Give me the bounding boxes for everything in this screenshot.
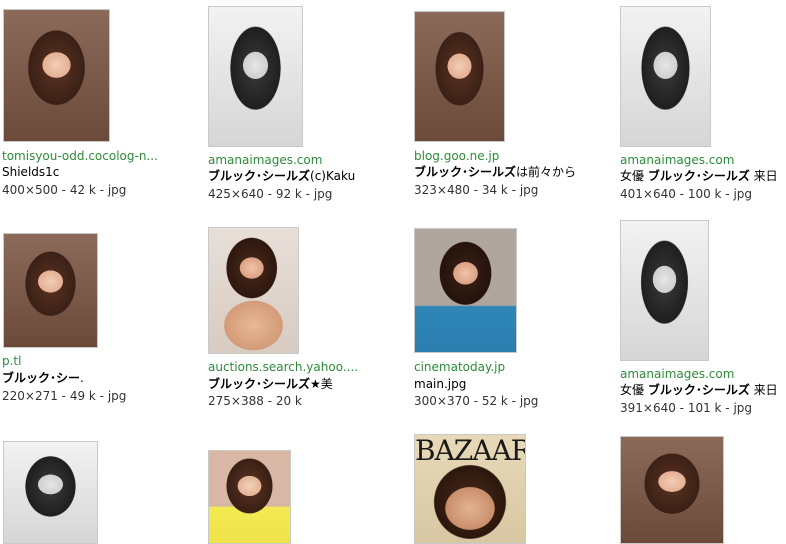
result-5-caption-bold: ブルック･シー <box>2 371 81 385</box>
result-2-thumbnail[interactable] <box>208 6 303 147</box>
result-3-caption-bold: ブルック･シールズ <box>414 165 517 179</box>
magazine-masthead: BAZAAR <box>415 434 526 467</box>
result-8-caption-post: 来日 <box>749 383 778 397</box>
result-8-source[interactable]: amanaimages.com <box>620 367 734 381</box>
result-7-caption-post: main.jpg <box>414 377 467 391</box>
result-11-thumbnail[interactable]: BAZAAR <box>414 434 526 544</box>
result-1-source[interactable]: tomisyou-odd.cocolog-n... <box>2 149 158 163</box>
result-2-caption-bold: ブルック･シールズ <box>208 169 311 183</box>
result-7-source[interactable]: cinematoday.jp <box>414 360 505 374</box>
result-5-source[interactable]: p.tl <box>2 354 21 368</box>
result-2-source[interactable]: amanaimages.com <box>208 153 322 167</box>
result-3-source[interactable]: blog.goo.ne.jp <box>414 149 499 163</box>
result-9-thumbnail[interactable] <box>3 441 98 544</box>
result-5-meta: 220×271 - 49 k - jpg <box>2 389 127 403</box>
result-6-source[interactable]: auctions.search.yahoo.... <box>208 360 358 374</box>
result-7-caption[interactable]: main.jpg <box>414 377 466 391</box>
result-1-meta: 400×500 - 42 k - jpg <box>2 183 127 197</box>
result-6-thumbnail[interactable] <box>208 227 299 354</box>
result-1-thumbnail[interactable] <box>3 9 110 142</box>
result-8-caption-bold: ブルック･シールズ <box>647 383 750 397</box>
result-5-thumbnail[interactable] <box>3 233 98 348</box>
result-6-caption-bold: ブルック･シールズ <box>208 377 311 391</box>
result-4-thumbnail[interactable] <box>620 6 711 147</box>
result-7-thumbnail[interactable] <box>414 228 517 353</box>
result-4-caption-pre: 女優 <box>620 169 648 183</box>
result-4-caption-bold: ブルック･シールズ <box>647 169 750 183</box>
result-3-caption-post: は前々から <box>516 165 577 179</box>
result-8-caption[interactable]: 女優 ブルック･シールズ 来日 <box>620 383 778 397</box>
result-7-meta: 300×370 - 52 k - jpg <box>414 394 539 408</box>
result-2-meta: 425×640 - 92 k - jpg <box>208 187 333 201</box>
result-6-caption-post: ★美 <box>310 377 333 391</box>
result-12-thumbnail[interactable] <box>620 436 724 544</box>
result-2-caption[interactable]: ブルック･シールズ(c)Kaku <box>208 169 355 183</box>
result-4-meta: 401×640 - 100 k - jpg <box>620 187 753 201</box>
result-5-caption[interactable]: ブルック･シー. <box>2 371 84 385</box>
result-4-caption[interactable]: 女優 ブルック･シールズ 来日 <box>620 169 778 183</box>
result-8-caption-pre: 女優 <box>620 383 648 397</box>
result-4-source[interactable]: amanaimages.com <box>620 153 734 167</box>
result-5-caption-post: . <box>80 371 84 385</box>
result-3-thumbnail[interactable] <box>414 11 505 142</box>
result-6-meta: 275×388 - 20 k <box>208 394 302 408</box>
result-3-meta: 323×480 - 34 k - jpg <box>414 183 539 197</box>
result-8-thumbnail[interactable] <box>620 220 709 361</box>
result-4-caption-post: 来日 <box>749 169 778 183</box>
result-6-caption[interactable]: ブルック･シールズ★美 <box>208 377 333 391</box>
result-2-caption-post: (c)Kaku <box>310 169 356 183</box>
result-8-meta: 391×640 - 101 k - jpg <box>620 401 753 415</box>
result-1-caption-post: Shields1c <box>2 165 60 179</box>
result-3-caption[interactable]: ブルック･シールズは前々から <box>414 165 576 179</box>
result-1-caption[interactable]: Shields1c <box>2 165 59 179</box>
result-10-thumbnail[interactable] <box>208 450 291 544</box>
